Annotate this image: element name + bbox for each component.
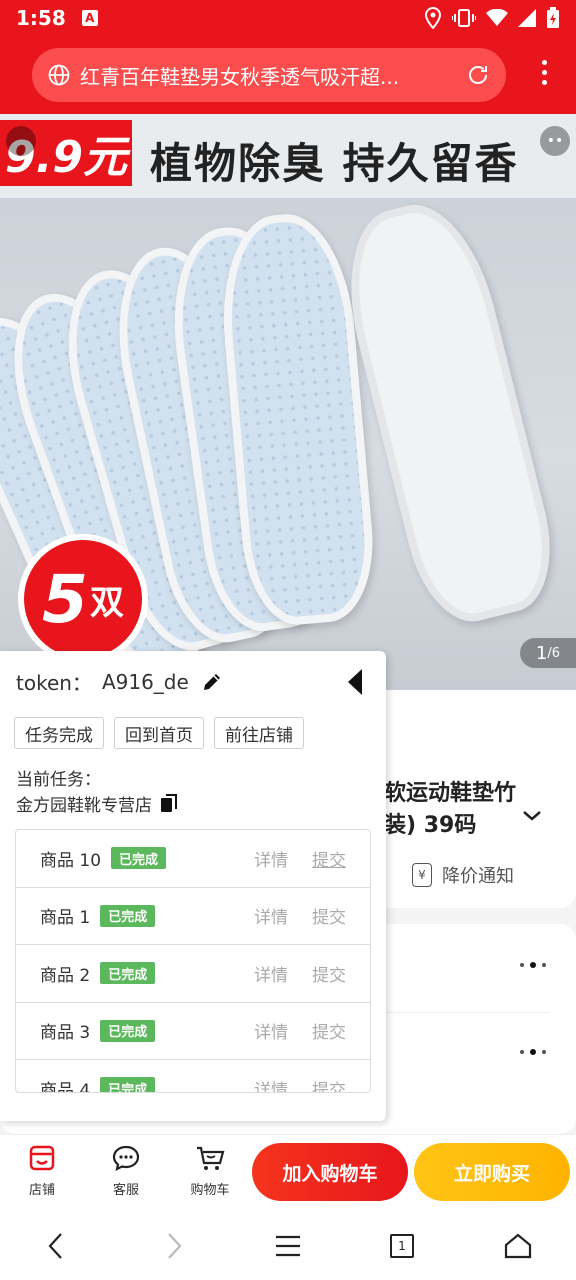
table-row: 商品 3 已完成 详情 提交 xyxy=(16,1003,370,1060)
reload-icon[interactable] xyxy=(466,63,490,87)
submit-link[interactable]: 提交 xyxy=(312,1076,346,1092)
back-icon[interactable] xyxy=(6,126,36,156)
price-alert-icon: ¥ xyxy=(412,863,432,887)
product-name: 商品 1 xyxy=(40,908,91,929)
shop-name: 金方园鞋靴专营店 xyxy=(16,791,178,816)
status-badge: 已完成 xyxy=(100,904,156,927)
home-icon xyxy=(504,1233,532,1259)
back-arrow-icon xyxy=(48,1233,62,1259)
status-bar: 1:58 A xyxy=(0,0,576,36)
product-name: 商品 3 xyxy=(40,1023,91,1044)
signal-icon xyxy=(518,9,536,27)
go-to-store-button[interactable]: 前往店铺 xyxy=(214,717,304,749)
token-label: token： xyxy=(16,671,92,695)
menu-button[interactable] xyxy=(270,1228,306,1264)
status-badge: 已完成 xyxy=(111,847,167,870)
browser-toolbar: 红青百年鞋垫男女秋季透气吸汗超... xyxy=(0,36,576,114)
shop-icon xyxy=(29,1145,55,1171)
product-name: 商品 10 xyxy=(40,850,102,871)
quantity-badge: 5双 xyxy=(18,534,148,664)
table-row: 商品 2 已完成 详情 提交 xyxy=(16,945,370,1003)
cart-tab[interactable]: 购物车 xyxy=(180,1141,240,1198)
status-time: 1:58 xyxy=(16,6,66,30)
detail-link[interactable]: 详情 xyxy=(254,903,288,928)
more-icon[interactable]: •• xyxy=(540,126,570,156)
product-image[interactable]: 9.9元 植物除臭 持久留香 5双 •• 1/6 xyxy=(0,114,576,690)
menu-icon xyxy=(276,1235,300,1257)
address-bar[interactable]: 红青百年鞋垫男女秋季透气吸汗超... xyxy=(32,48,506,102)
shop-tab[interactable]: 店铺 xyxy=(12,1141,72,1198)
detail-link[interactable]: 详情 xyxy=(254,961,288,986)
status-badge: 已完成 xyxy=(100,1077,156,1092)
cart-icon xyxy=(197,1146,225,1170)
panel-actions: 任务完成 回到首页 前往店铺 xyxy=(14,717,304,749)
detail-link[interactable]: 详情 xyxy=(254,846,288,871)
browser-nav-bar: 1 xyxy=(0,1210,576,1280)
image-counter: 1/6 xyxy=(519,638,576,668)
token-value: A916_de xyxy=(101,669,189,694)
divider xyxy=(384,1012,550,1013)
globe-icon xyxy=(48,64,70,86)
copy-icon[interactable] xyxy=(160,793,178,814)
table-row: 商品 1 已完成 详情 提交 xyxy=(16,888,370,945)
page-title: 红青百年鞋垫男女秋季透气吸汗超... xyxy=(80,64,400,89)
location-icon xyxy=(424,7,442,29)
task-panel: token： A916_de 任务完成 回到首页 前往店铺 当前任务： 金方园鞋… xyxy=(0,651,386,1121)
bottom-action-bar: 店铺 客服 购物车 加入购物车 立即购买 xyxy=(0,1134,576,1210)
collapse-panel-icon[interactable] xyxy=(348,669,362,695)
product-name: 商品 4 xyxy=(40,1080,91,1093)
chevron-down-icon[interactable] xyxy=(522,810,542,822)
current-task-label: 当前任务： xyxy=(16,770,101,790)
submit-link[interactable]: 提交 xyxy=(312,961,346,986)
table-row: 商品 4 已完成 详情 提交 xyxy=(16,1060,370,1093)
token-row: token： A916_de xyxy=(16,667,223,696)
product-name: 商品 2 xyxy=(40,965,91,986)
detail-link[interactable]: 详情 xyxy=(254,1018,288,1043)
table-row: 商品 10 已完成 详情 提交 xyxy=(16,830,370,888)
tabs-button[interactable]: 1 xyxy=(384,1228,420,1264)
add-to-cart-button[interactable]: 加入购物车 xyxy=(252,1143,408,1201)
notification-icon: A xyxy=(81,10,98,26)
home-button[interactable] xyxy=(500,1228,536,1264)
wifi-icon xyxy=(486,9,508,26)
buy-now-button[interactable]: 立即购买 xyxy=(414,1143,570,1201)
tabs-icon: 1 xyxy=(390,1234,414,1258)
task-table: 商品 10 已完成 详情 提交 商品 1 已完成 详情 提交 商品 2 已完成 … xyxy=(15,829,371,1093)
edit-icon[interactable] xyxy=(201,671,223,693)
submit-link[interactable]: 提交 xyxy=(312,903,346,928)
back-home-button[interactable]: 回到首页 xyxy=(114,717,204,749)
chat-icon xyxy=(112,1145,140,1172)
task-complete-button[interactable]: 任务完成 xyxy=(14,717,104,749)
image-headline: 植物除臭 持久留香 xyxy=(150,139,519,188)
customer-service-tab[interactable]: 客服 xyxy=(96,1141,156,1198)
price-alert-button[interactable]: ¥ 降价通知 xyxy=(412,862,514,888)
detail-link[interactable]: 详情 xyxy=(254,1076,288,1092)
more-dots-icon[interactable] xyxy=(520,1049,546,1055)
status-badge: 已完成 xyxy=(100,1019,156,1042)
back-button[interactable] xyxy=(38,1228,74,1264)
forward-arrow-icon xyxy=(168,1233,182,1259)
product-title: 软运动鞋垫竹 装) 39码 xyxy=(384,781,517,838)
submit-link[interactable]: 提交 xyxy=(312,1018,346,1043)
submit-link[interactable]: 提交 xyxy=(312,846,346,871)
forward-button[interactable] xyxy=(156,1228,192,1264)
battery-icon xyxy=(547,7,559,28)
vibrate-icon xyxy=(452,9,476,27)
more-menu-icon[interactable] xyxy=(540,60,548,85)
more-dots-icon[interactable] xyxy=(520,962,546,968)
status-badge: 已完成 xyxy=(100,962,156,985)
status-icons xyxy=(424,7,560,29)
